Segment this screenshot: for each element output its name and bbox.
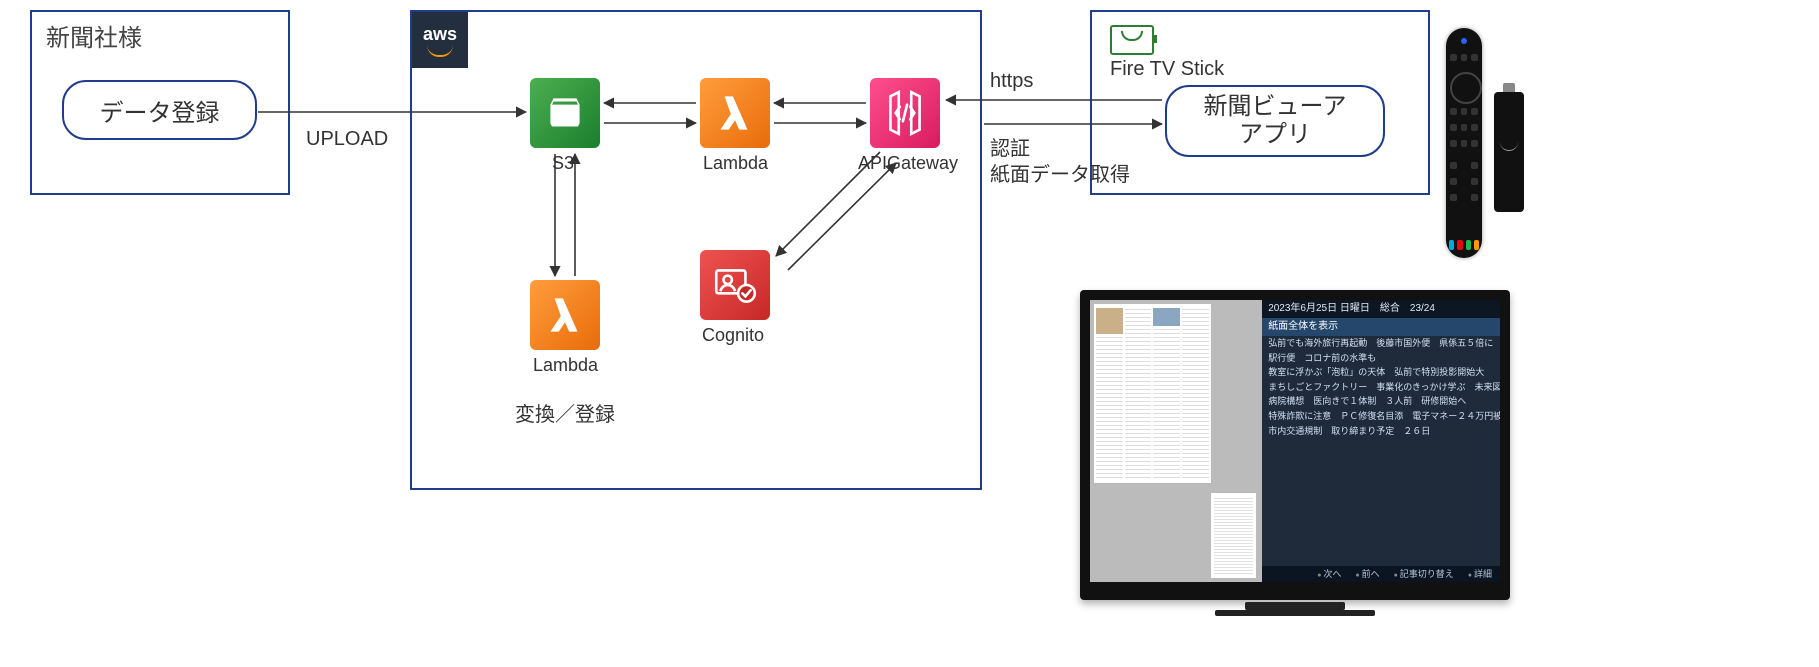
tv-nav: 次へ [1317, 568, 1341, 581]
tv-highlight: 紙面全体を表示 [1262, 318, 1500, 336]
tv-line: まちしごとファクトリー 事業化のきっかけ学ぶ 未来図問題考セミナーにも４名人 [1262, 380, 1500, 395]
fire-tv-icon [1110, 25, 1154, 55]
tv-nav: 記事切り替え [1394, 568, 1454, 581]
lambda-convert-label: 変換／登録 [515, 398, 615, 427]
tv-stand [1245, 602, 1345, 610]
s3-label: S3 [552, 153, 574, 174]
tv-date: 2023年6月25日 日曜日 総合 23/24 [1262, 300, 1500, 318]
tv-line: 病院構想 医向きで１体制 ３人前 研修開始へ [1262, 394, 1500, 409]
tv-newspaper-pane [1090, 300, 1262, 582]
cognito-icon [700, 250, 770, 320]
lambda-top-icon [700, 78, 770, 148]
tv-line: 教室に浮かぶ「泡粒」の天体 弘前で特別投影開始大 [1262, 365, 1500, 380]
lambda-top-label: Lambda [703, 153, 768, 174]
tv-mockup: 2023年6月25日 日曜日 総合 23/24 紙面全体を表示 弘前でも海外旅行… [1080, 290, 1510, 600]
lambda-bottom-icon [530, 280, 600, 350]
s3-icon [530, 78, 600, 148]
viewer-app-line2: アプリ [1239, 121, 1311, 149]
fire-tv-stick-image [1494, 92, 1524, 212]
tv-bottom-bar: 次へ 前へ 記事切り替え 詳細 [1262, 566, 1500, 582]
data-register-label: データ登録 [100, 93, 220, 128]
tv-screen: 2023年6月25日 日曜日 総合 23/24 紙面全体を表示 弘前でも海外旅行… [1090, 300, 1500, 582]
fire-tv-label: Fire TV Stick [1110, 58, 1224, 81]
tv-nav: 詳細 [1468, 568, 1492, 581]
tv-stand-base [1215, 610, 1375, 616]
https-label: https [990, 70, 1033, 93]
tv-line: 市内交通規制 取り締まり予定 ２６日 [1262, 424, 1500, 439]
tv-nav: 前へ [1355, 568, 1379, 581]
tv-line: 特殊詐欺に注意 ＰＣ修復名目添 電子マネー２４万円被害 小杉息の６０代女性 [1262, 409, 1500, 424]
aws-badge-text: aws [423, 24, 457, 45]
data-register-capsule: データ登録 [62, 80, 257, 140]
aws-badge: aws [412, 12, 468, 68]
tv-article-list: 2023年6月25日 日曜日 総合 23/24 紙面全体を表示 弘前でも海外旅行… [1262, 300, 1500, 582]
apigateway-icon [870, 78, 940, 148]
viewer-app-capsule: 新聞ビューア アプリ [1165, 85, 1385, 157]
architecture-diagram: 新聞社様 データ登録 aws Fire TV Stick 新聞ビューア アプリ … [0, 0, 1819, 667]
publisher-title: 新聞社様 [46, 18, 142, 53]
upload-label: UPLOAD [306, 128, 388, 151]
cognito-label: Cognito [702, 325, 764, 346]
tv-line: 駅行便 コロナ前の水準も [1262, 351, 1500, 366]
lambda-bottom-label: Lambda [533, 355, 598, 376]
remote-control-image [1446, 28, 1482, 258]
fetch-label: 紙面データ取得 [990, 158, 1130, 187]
tv-line: 弘前でも海外旅行再起動 後藤市国外便 県係五５倍に ３～５月 [1262, 336, 1500, 351]
auth-label: 認証 [990, 132, 1030, 161]
viewer-app-line1: 新聞ビューア [1203, 93, 1346, 121]
apigateway-label: APIGateway [858, 153, 958, 174]
